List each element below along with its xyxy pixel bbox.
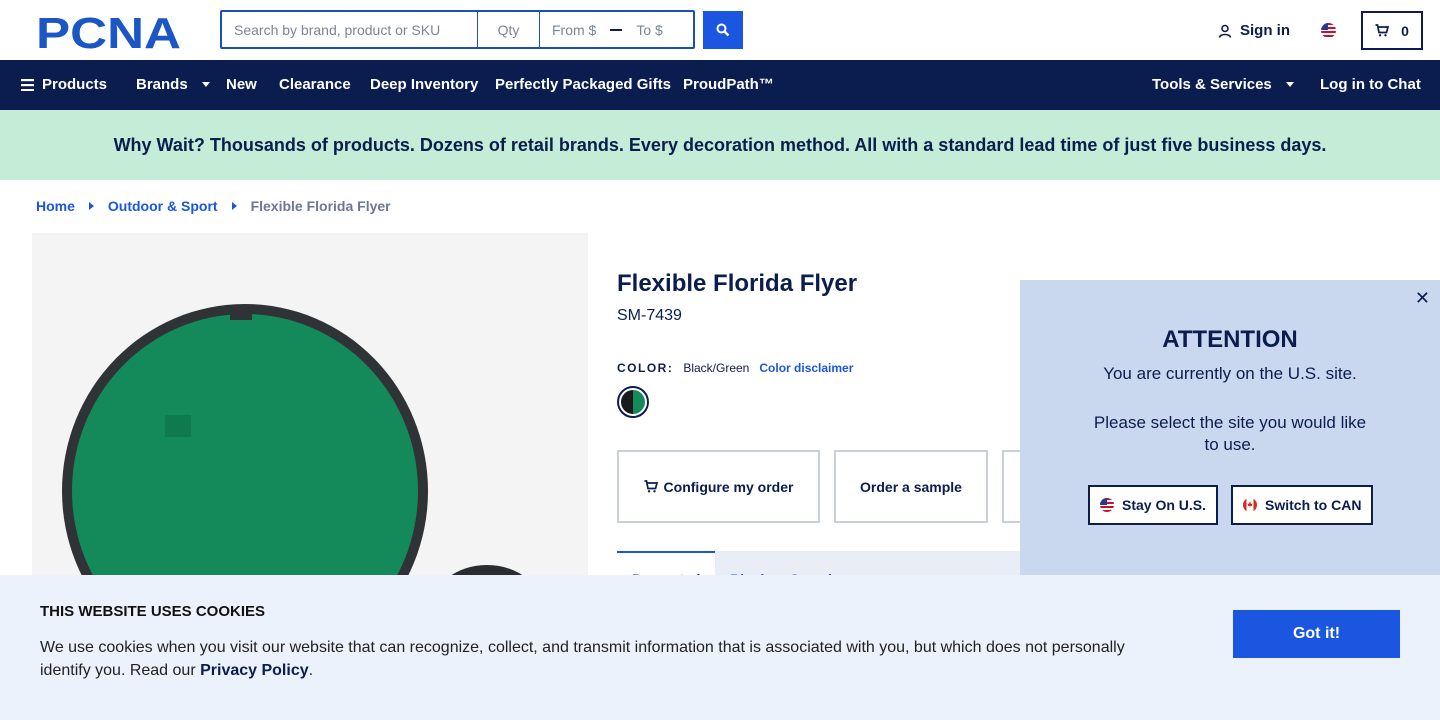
canada-flag-icon	[1243, 498, 1257, 512]
chevron-right-icon	[88, 202, 94, 210]
cart-count: 0	[1401, 22, 1409, 39]
chevron-down-icon	[1285, 82, 1294, 87]
cookie-end: .	[308, 662, 314, 679]
nav-proudpath-label: ProudPath™	[683, 76, 774, 93]
us-flag-icon	[1100, 498, 1114, 512]
top-header: PCNA Search by brand, product or SKU Qty…	[0, 0, 1440, 60]
price-to-input[interactable]: To $	[636, 22, 662, 38]
nav-products[interactable]: Products	[21, 76, 107, 93]
main-nav: Products Brands New Clearance Deep Inven…	[0, 60, 1440, 110]
color-label: COLOR:	[617, 361, 674, 375]
nav-clearance[interactable]: Clearance	[279, 76, 351, 93]
chevron-down-icon	[201, 82, 210, 87]
cart-icon	[644, 480, 658, 493]
cookie-text: We use cookies when you visit our websit…	[40, 636, 1150, 682]
promo-banner: Why Wait? Thousands of products. Dozens …	[0, 110, 1440, 180]
privacy-policy-link[interactable]: Privacy Policy	[200, 662, 309, 679]
nav-deep-inventory[interactable]: Deep Inventory	[370, 76, 478, 93]
stay-us-button[interactable]: Stay On U.S.	[1088, 485, 1219, 525]
menu-icon	[21, 78, 34, 91]
nav-tools-label: Tools & Services	[1152, 76, 1272, 93]
nav-proudpath[interactable]: ProudPath™	[683, 76, 774, 93]
swatch-fill	[621, 390, 645, 414]
nav-chat-login[interactable]: Log in to Chat	[1320, 76, 1421, 93]
got-it-button[interactable]: Got it!	[1233, 610, 1400, 658]
color-disclaimer-link[interactable]: Color disclaimer	[759, 361, 853, 375]
order-sample-label: Order a sample	[860, 478, 962, 495]
pcna-logo[interactable]: PCNA	[36, 12, 186, 52]
configure-order-button[interactable]: Configure my order	[617, 450, 820, 523]
nav-deep-inventory-label: Deep Inventory	[370, 76, 479, 93]
stay-us-label: Stay On U.S.	[1122, 497, 1207, 513]
price-from-input[interactable]: From $	[552, 22, 596, 38]
popup-title: ATTENTION	[1162, 326, 1298, 353]
us-flag-icon[interactable]	[1321, 23, 1336, 38]
cart-icon	[1375, 24, 1390, 37]
order-sample-button[interactable]: Order a sample	[834, 450, 988, 523]
switch-can-label: Switch to CAN	[1265, 497, 1362, 513]
logo-text: PCNA	[36, 12, 181, 52]
nav-clearance-label: Clearance	[279, 76, 351, 93]
color-value: Black/Green	[683, 361, 750, 375]
breadcrumb-current: Flexible Florida Flyer	[250, 198, 391, 214]
nav-tools-services[interactable]: Tools & Services	[1152, 76, 1294, 93]
site-select-popup: ✕ ATTENTION You are currently on the U.S…	[1020, 280, 1440, 580]
configure-order-label: Configure my order	[663, 478, 794, 495]
chevron-right-icon	[231, 202, 237, 210]
sign-in-link[interactable]: Sign in	[1218, 22, 1290, 39]
breadcrumb: Home Outdoor & Sport Flexible Florida Fl…	[36, 198, 391, 214]
cookie-title: THIS WEBSITE USES COOKIES	[40, 603, 266, 620]
popup-line1: You are currently on the U.S. site.	[1103, 364, 1357, 383]
close-icon[interactable]: ✕	[1415, 288, 1430, 309]
color-row: COLOR: Black/Green Color disclaimer	[617, 361, 853, 375]
search-input[interactable]: Search by brand, product or SKU	[222, 12, 478, 47]
nav-packaged-gifts[interactable]: Perfectly Packaged Gifts	[495, 76, 671, 93]
range-dash	[610, 28, 623, 31]
product-sku: SM-7439	[617, 307, 682, 324]
nav-new[interactable]: New	[226, 76, 257, 93]
price-range: From $ To $	[540, 12, 693, 47]
cookie-banner: THIS WEBSITE USES COOKIES We use cookies…	[0, 575, 1440, 720]
promo-text: Why Wait? Thousands of products. Dozens …	[113, 134, 1327, 155]
switch-can-button[interactable]: Switch to CAN	[1231, 485, 1374, 525]
nav-packaged-gifts-label: Perfectly Packaged Gifts	[495, 76, 671, 93]
color-swatch-black-green[interactable]	[617, 386, 649, 418]
nav-brands[interactable]: Brands	[136, 76, 210, 93]
qty-input[interactable]: Qty	[478, 12, 540, 47]
nav-chat-label: Log in to Chat	[1320, 76, 1421, 93]
nav-brands-label: Brands	[136, 76, 188, 93]
user-icon	[1218, 24, 1232, 38]
search-bar: Search by brand, product or SKU Qty From…	[220, 10, 695, 49]
nav-products-label: Products	[42, 76, 108, 93]
sign-in-label: Sign in	[1240, 22, 1290, 39]
popup-line2: Please select the site you would like to…	[1093, 413, 1367, 454]
breadcrumb-outdoor-sport[interactable]: Outdoor & Sport	[108, 198, 218, 214]
cart-button[interactable]: 0	[1361, 11, 1423, 50]
nav-new-label: New	[226, 76, 257, 93]
breadcrumb-home[interactable]: Home	[36, 198, 75, 214]
product-title: Flexible Florida Flyer	[617, 270, 858, 297]
search-icon	[716, 23, 730, 37]
search-button[interactable]	[703, 11, 743, 49]
